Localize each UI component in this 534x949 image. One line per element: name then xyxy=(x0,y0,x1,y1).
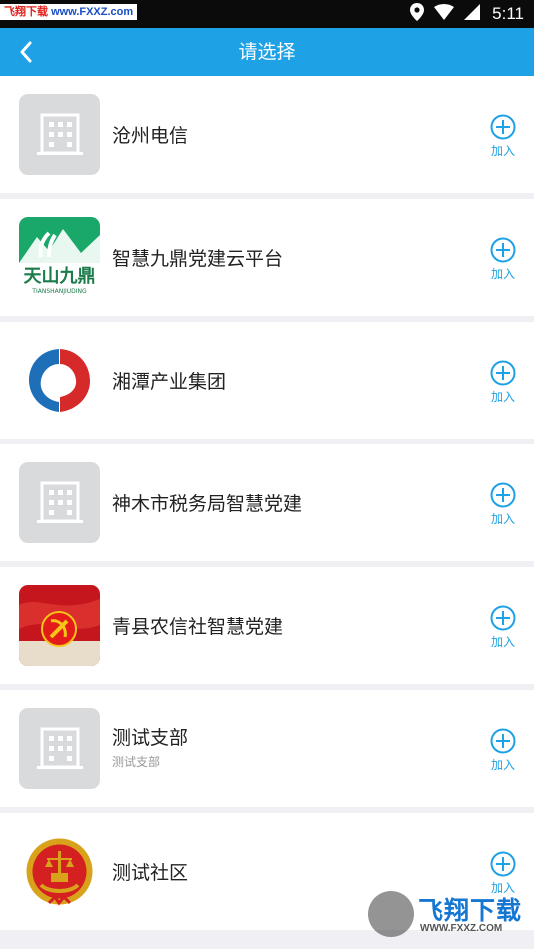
building-placeholder-icon xyxy=(19,462,100,543)
top-watermark: 飞翔下载 www.FXXZ.com xyxy=(0,4,138,20)
building-placeholder-icon xyxy=(19,94,100,175)
plus-circle-icon xyxy=(490,482,516,508)
add-button[interactable]: 加入 xyxy=(484,482,522,527)
bottom-watermark-url: WWW.FXXZ.COM xyxy=(420,923,503,934)
item-name: 青县农信社智慧党建 xyxy=(112,616,284,638)
plus-circle-icon xyxy=(490,360,516,386)
plus-circle-icon xyxy=(490,851,516,877)
plus-circle-icon xyxy=(490,237,516,263)
status-bar: 飞翔下载 www.FXXZ.com 5:11 xyxy=(0,0,534,28)
plus-circle-icon xyxy=(490,728,516,754)
logo-subtext: TIANSHANJIUDING xyxy=(32,288,87,295)
top-watermark-site: 飞翔下载 xyxy=(4,6,48,18)
top-watermark-url: www.FXXZ.com xyxy=(51,6,134,18)
app-bar: 请选择 xyxy=(0,28,534,76)
add-button[interactable]: 加入 xyxy=(484,237,522,282)
add-label: 加入 xyxy=(490,267,515,281)
item-subtitle: 测试支部 xyxy=(112,755,161,769)
list-item[interactable]: 青县农信社智慧党建 加入 xyxy=(0,567,534,684)
add-button[interactable]: 加入 xyxy=(484,360,522,405)
add-button[interactable]: 加入 xyxy=(484,728,522,773)
back-button[interactable] xyxy=(8,34,44,70)
list-item[interactable]: 天山九鼎 TIANSHANJIUDING 智慧九鼎党建云平台 加入 xyxy=(0,199,534,316)
add-label: 加入 xyxy=(490,758,515,772)
bottom-watermark: 飞翔下载 WWW.FXXZ.COM xyxy=(366,889,530,941)
item-name: 神木市税务局智慧党建 xyxy=(112,493,303,515)
location-icon xyxy=(410,3,425,25)
plus-circle-icon xyxy=(490,114,516,140)
logo-text: 天山九鼎 xyxy=(23,266,96,287)
xiangtan-group-logo xyxy=(19,340,100,421)
add-button[interactable]: 加入 xyxy=(484,114,522,159)
add-label: 加入 xyxy=(490,390,515,404)
item-name: 智慧九鼎党建云平台 xyxy=(112,248,284,270)
building-placeholder-icon xyxy=(19,708,100,789)
add-label: 加入 xyxy=(490,635,515,649)
status-time: 5:11 xyxy=(492,4,524,23)
national-emblem-logo xyxy=(19,831,100,912)
add-label: 加入 xyxy=(490,144,515,158)
plus-circle-icon xyxy=(490,605,516,631)
item-name: 沧州电信 xyxy=(112,125,189,147)
list-item[interactable]: 湘潭产业集团 加入 xyxy=(0,322,534,439)
list-item[interactable]: 神木市税务局智慧党建 加入 xyxy=(0,444,534,561)
wifi-icon xyxy=(434,4,455,24)
party-emblem-logo xyxy=(19,585,100,666)
item-name: 测试支部 xyxy=(112,727,189,749)
list-item[interactable]: 测试支部 测试支部 加入 xyxy=(0,690,534,807)
tianshan-jiuding-logo: 天山九鼎 TIANSHANJIUDING xyxy=(19,217,100,298)
item-name: 湘潭产业集团 xyxy=(112,371,227,393)
signal-icon xyxy=(464,4,481,24)
chevron-left-icon xyxy=(20,41,32,63)
list-item[interactable]: 沧州电信 加入 xyxy=(0,76,534,193)
add-label: 加入 xyxy=(490,512,515,526)
add-button[interactable]: 加入 xyxy=(484,605,522,650)
bottom-watermark-text: 飞翔下载 xyxy=(418,896,523,925)
item-name: 测试社区 xyxy=(112,862,189,884)
watermark-logo-icon xyxy=(368,891,414,937)
page-title: 请选择 xyxy=(238,41,296,63)
